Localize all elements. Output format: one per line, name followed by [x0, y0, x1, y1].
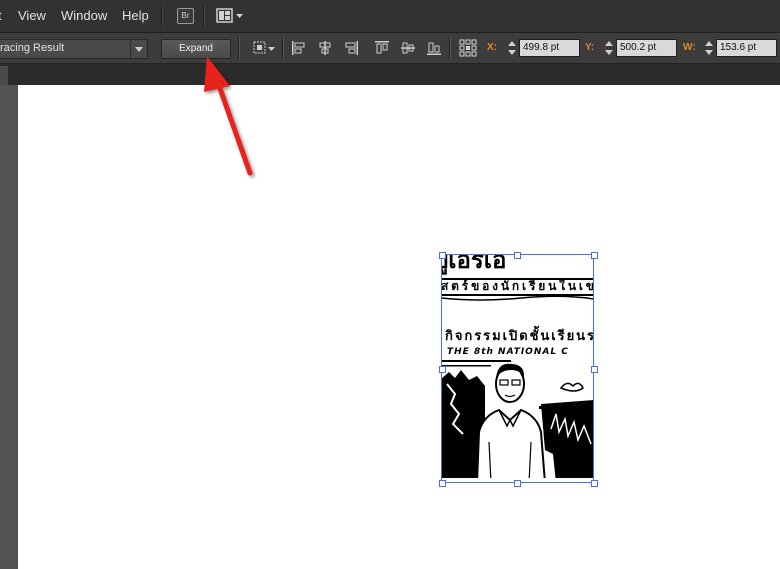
resize-handle-bottom-left[interactable]	[439, 480, 446, 487]
resize-handle-top-right[interactable]	[591, 252, 598, 259]
resize-handle-bottom[interactable]	[514, 480, 521, 487]
menu-item-partial[interactable]: t	[0, 8, 2, 23]
stepper-arrows-icon	[508, 41, 516, 55]
control-separator	[449, 37, 451, 59]
y-coordinate-field[interactable]: 500.2 pt	[616, 39, 677, 57]
menu-bar: t View Window Help Br	[0, 0, 780, 33]
resize-handle-top-left[interactable]	[439, 252, 446, 259]
vertical-align-center-icon[interactable]	[400, 40, 416, 56]
resize-handle-bottom-right[interactable]	[591, 480, 598, 487]
menu-item-view[interactable]: View	[18, 8, 46, 23]
resize-handle-left[interactable]	[439, 366, 446, 373]
y-stepper[interactable]	[604, 39, 614, 57]
chevron-down-icon	[130, 40, 147, 58]
traced-artwork: ปูเอรีเอื่ สตร์ของนักเรียนในเข กิจกรรมเป…	[441, 254, 594, 483]
menu-item-help[interactable]: Help	[122, 8, 149, 23]
y-coordinate-label: Y:	[585, 42, 595, 53]
x-coordinate-label: X:	[487, 42, 497, 53]
document-tab[interactable]	[0, 66, 8, 85]
width-stepper[interactable]	[704, 39, 714, 57]
stepper-arrows-icon	[605, 41, 613, 55]
arrange-documents-icon	[216, 8, 243, 23]
document-tab-strip	[0, 64, 780, 85]
artwork-headline: ปูเอรีเอื่	[441, 254, 506, 275]
stepper-arrows-icon	[705, 41, 713, 55]
artwork-line-3: THE 8th NATIONAL C	[447, 347, 569, 357]
x-coordinate-field[interactable]: 499.8 pt	[519, 39, 580, 57]
control-separator	[282, 37, 284, 59]
pasteboard	[0, 85, 17, 569]
traced-image[interactable]: ปูเอรีเอื่ สตร์ของนักเรียนในเข กิจกรรมเป…	[441, 254, 594, 483]
bridge-button[interactable]: Br	[177, 8, 194, 24]
horizontal-align-left-icon[interactable]	[291, 40, 307, 56]
horizontal-align-right-icon[interactable]	[343, 40, 359, 56]
tracing-object-dropdown[interactable]: racing Result	[0, 39, 148, 59]
menu-separator	[161, 6, 163, 26]
vertical-align-top-icon[interactable]	[374, 40, 390, 56]
artwork-line-1: สตร์ของนักเรียนในเข	[441, 278, 594, 293]
menu-separator	[203, 6, 205, 26]
annotation-arrow-icon	[204, 56, 253, 176]
horizontal-align-center-icon[interactable]	[317, 40, 333, 56]
artboard[interactable]	[18, 85, 780, 569]
arrange-documents-button[interactable]	[216, 7, 244, 25]
control-bar: racing Result Expand X: 499.8 pt Y: 500.…	[0, 33, 780, 64]
reference-point-icon[interactable]	[459, 39, 477, 57]
width-label: W:	[683, 42, 696, 53]
tracing-object-label: racing Result	[0, 42, 65, 54]
width-field[interactable]: 153.6 pt	[716, 39, 777, 57]
menu-item-window[interactable]: Window	[61, 8, 107, 23]
vertical-align-bottom-icon[interactable]	[426, 40, 442, 56]
resize-handle-right[interactable]	[591, 366, 598, 373]
x-stepper[interactable]	[507, 39, 517, 57]
resize-handle-top[interactable]	[514, 252, 521, 259]
